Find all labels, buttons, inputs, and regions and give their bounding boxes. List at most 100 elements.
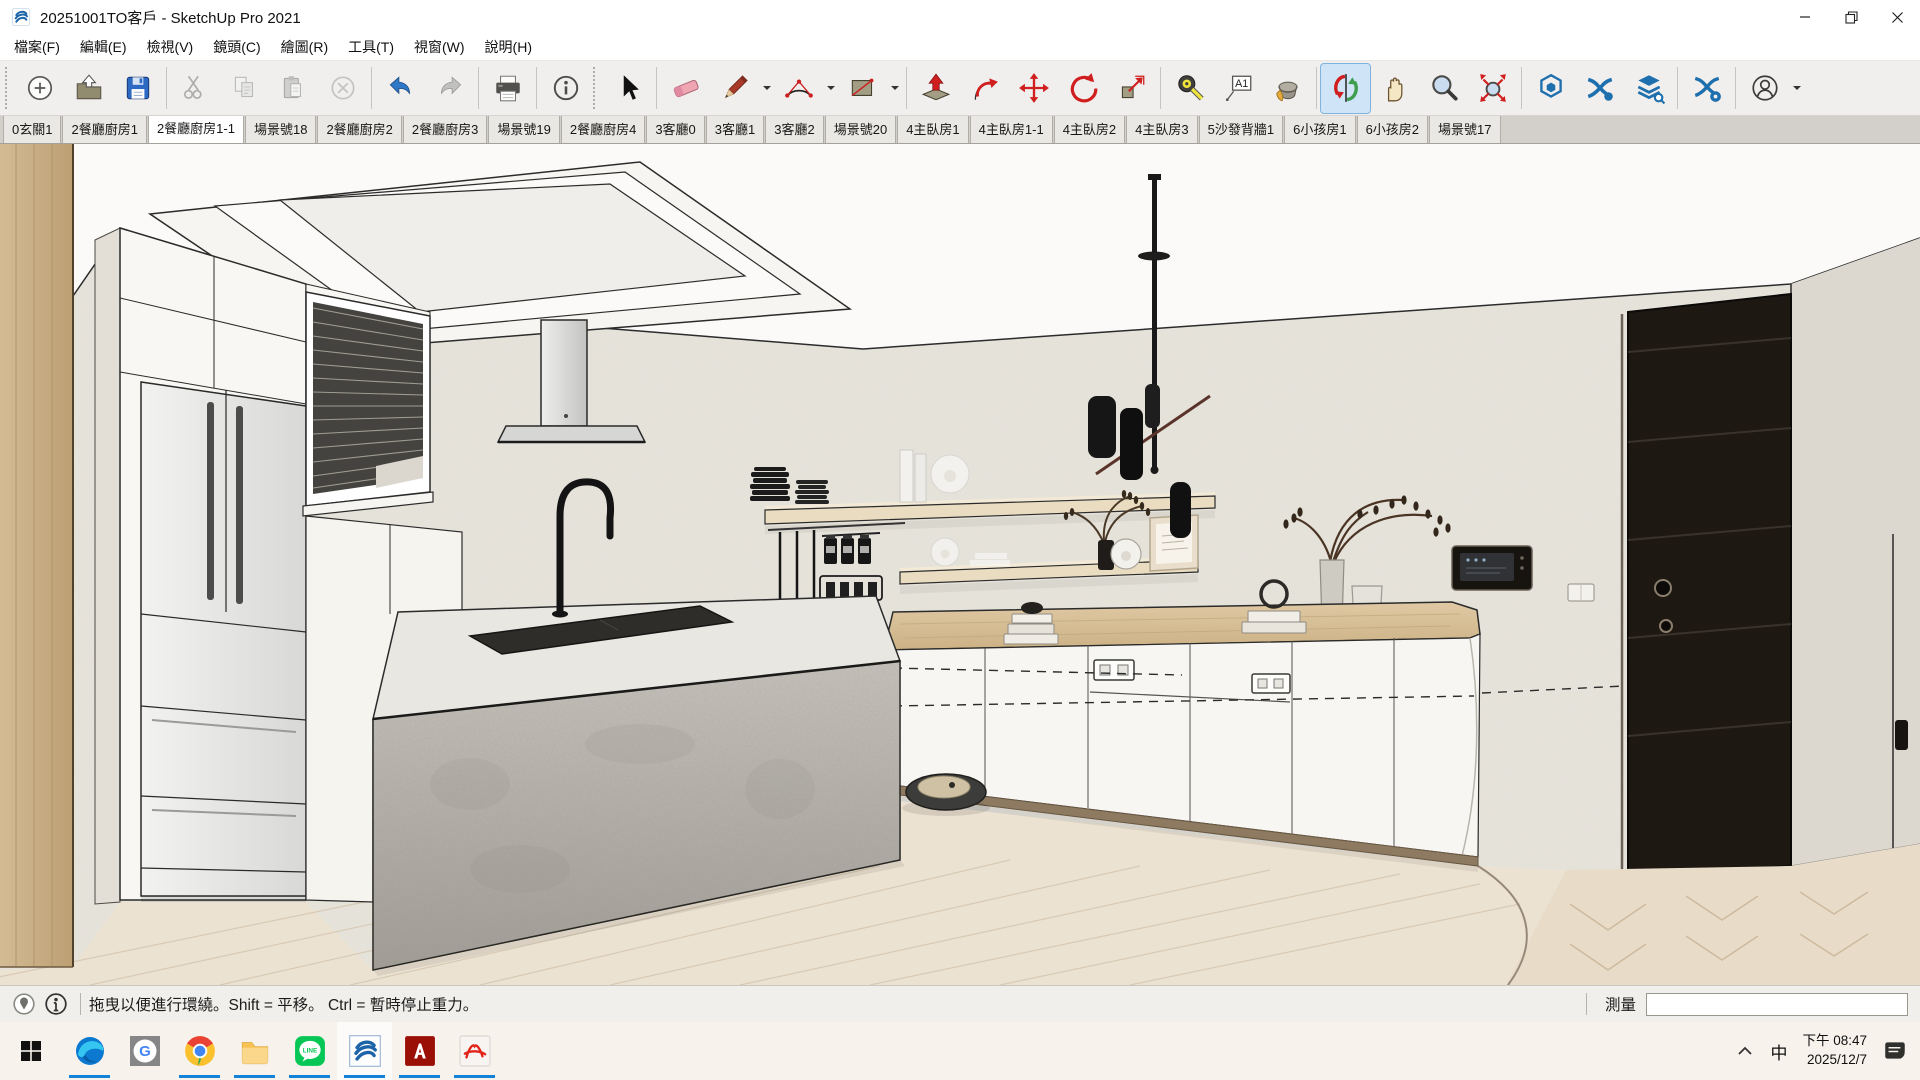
scene-tab[interactable]: 0玄關1 [3, 116, 61, 143]
rotate-tool-button[interactable] [1058, 64, 1107, 113]
arc-dropdown[interactable] [823, 64, 838, 113]
taskbar-sketchup-button[interactable] [337, 1022, 392, 1080]
window-blinds[interactable] [303, 284, 433, 516]
scene-tab[interactable]: 3客廳0 [646, 116, 704, 143]
components-button[interactable] [1624, 64, 1673, 113]
tray-expand-icon[interactable] [1735, 1041, 1755, 1061]
menu-draw[interactable]: 繪圖(R) [271, 34, 338, 60]
new-button[interactable] [15, 64, 64, 113]
help-info-icon[interactable] [44, 992, 68, 1016]
plate-stack[interactable] [795, 480, 829, 504]
right-wall[interactable] [1791, 238, 1920, 866]
offset-tool-button[interactable] [960, 64, 1009, 113]
scene-tab[interactable]: 場景號19 [488, 116, 559, 143]
scene-tab[interactable]: 4主臥房1 [897, 116, 968, 143]
cut-button[interactable] [171, 64, 220, 113]
light-switch[interactable] [1568, 584, 1594, 601]
arc-tool-button[interactable] [774, 64, 823, 113]
scene-tab[interactable]: 6小孩房2 [1357, 116, 1428, 143]
toolbar-drag-handle[interactable] [5, 67, 12, 109]
restore-button[interactable] [1828, 0, 1874, 34]
tray-clock[interactable]: 下午 08:47 2025/12/7 [1802, 1032, 1867, 1070]
menu-edit[interactable]: 編輯(E) [70, 34, 137, 60]
minimize-button[interactable] [1782, 0, 1828, 34]
taskbar-acrobat-button[interactable] [447, 1022, 502, 1080]
undo-button[interactable] [376, 64, 425, 113]
scene-tab[interactable]: 6小孩房1 [1284, 116, 1355, 143]
menu-window[interactable]: 視窗(W) [404, 34, 475, 60]
redo-button[interactable] [425, 64, 474, 113]
scene-tab[interactable]: 2餐廳廚房1 [62, 116, 146, 143]
extension-manager-button[interactable] [1682, 64, 1731, 113]
extension-warehouse-button[interactable] [1575, 64, 1624, 113]
notification-center-icon[interactable] [1882, 1038, 1908, 1064]
menu-help[interactable]: 說明(H) [475, 34, 542, 60]
scene-tab[interactable]: 4主臥房3 [1126, 116, 1197, 143]
menu-file[interactable]: 檔案(F) [4, 34, 70, 60]
3d-warehouse-button[interactable] [1526, 64, 1575, 113]
text-tool-button[interactable]: A1 [1214, 64, 1263, 113]
scene-tab[interactable]: 3客廳1 [706, 116, 764, 143]
menu-view[interactable]: 檢視(V) [137, 34, 204, 60]
rectangle-dropdown[interactable] [887, 64, 902, 113]
menu-camera[interactable]: 鏡頭(C) [203, 34, 270, 60]
scene-tab[interactable]: 4主臥房1-1 [970, 116, 1053, 143]
pencil-tool-button[interactable] [710, 64, 759, 113]
account-button[interactable] [1740, 64, 1789, 113]
open-button[interactable] [64, 64, 113, 113]
select-tool-button[interactable] [603, 64, 652, 113]
menu-tools[interactable]: 工具(T) [338, 34, 404, 60]
orbit-tool-button[interactable] [1321, 64, 1370, 113]
move-tool-button[interactable] [1009, 64, 1058, 113]
taskbar-google-button[interactable]: G [117, 1022, 172, 1080]
ime-indicator[interactable]: 中 [1770, 1039, 1787, 1064]
taskbar-file-explorer-button[interactable] [227, 1022, 282, 1080]
scene-tab[interactable]: 場景號20 [825, 116, 896, 143]
scene-tab[interactable]: 5沙發背牆1 [1199, 116, 1283, 143]
pencil-dropdown[interactable] [759, 64, 774, 113]
zoom-extents-button[interactable] [1468, 64, 1517, 113]
scale-icon [1116, 72, 1148, 104]
close-button[interactable] [1874, 0, 1920, 34]
scale-tool-button[interactable] [1107, 64, 1156, 113]
wood-column[interactable] [0, 144, 73, 967]
eraser-tool-button[interactable] [661, 64, 710, 113]
scene-tab[interactable]: 3客廳2 [765, 116, 823, 143]
model-info-button[interactable] [541, 64, 590, 113]
scene-tab-active[interactable]: 2餐廳廚房1-1 [148, 116, 244, 143]
toolbar-drag-handle[interactable] [593, 67, 600, 109]
viewport-canvas[interactable] [0, 144, 1920, 985]
scene-tab[interactable]: 場景號17 [1429, 116, 1500, 143]
entry-door[interactable] [1622, 294, 1791, 876]
tape-measure-tool-button[interactable] [1165, 64, 1214, 113]
save-button[interactable] [113, 64, 162, 113]
taskbar-adobe-button[interactable] [392, 1022, 447, 1080]
wall-panel[interactable] [1452, 546, 1532, 590]
paste-button[interactable] [269, 64, 318, 113]
geolocation-icon[interactable] [12, 992, 36, 1016]
measurement-input[interactable] [1646, 993, 1908, 1016]
toolbar-separator [1160, 67, 1161, 109]
paint-bucket-tool-button[interactable] [1263, 64, 1312, 113]
cancel-button[interactable] [318, 64, 367, 113]
start-button[interactable] [0, 1022, 62, 1080]
taskbar-line-button[interactable]: LINE [282, 1022, 337, 1080]
zoom-tool-button[interactable] [1419, 64, 1468, 113]
taskbar-chrome-button[interactable] [172, 1022, 227, 1080]
refrigerator[interactable] [141, 382, 306, 902]
push-pull-tool-button[interactable] [911, 64, 960, 113]
rectangle-tool-button[interactable] [838, 64, 887, 113]
scene-tab[interactable]: 4主臥房2 [1054, 116, 1125, 143]
layers-icon [1633, 72, 1665, 104]
scene-tab[interactable]: 2餐廳廚房4 [561, 116, 645, 143]
scene-tab[interactable]: 2餐廳廚房3 [403, 116, 487, 143]
robot-vacuum[interactable] [902, 774, 990, 816]
taskbar-edge-button[interactable] [62, 1022, 117, 1080]
scene-tab[interactable]: 場景號18 [245, 116, 316, 143]
pan-tool-button[interactable] [1370, 64, 1419, 113]
scene-tab[interactable]: 2餐廳廚房2 [317, 116, 401, 143]
account-dropdown[interactable] [1789, 64, 1804, 113]
copy-button[interactable] [220, 64, 269, 113]
viewport[interactable] [0, 144, 1920, 985]
print-button[interactable] [483, 64, 532, 113]
